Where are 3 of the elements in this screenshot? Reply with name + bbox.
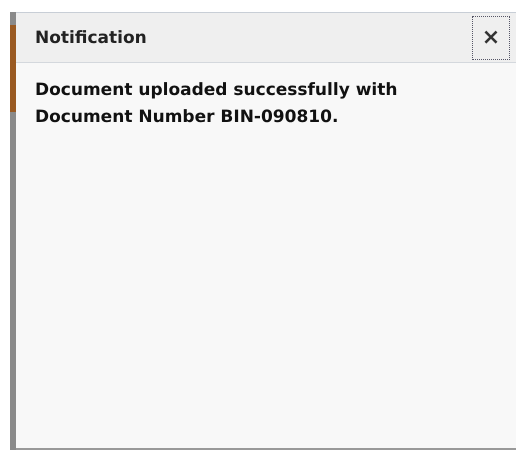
dialog-title: Notification — [35, 28, 147, 48]
notification-message: Document uploaded successfully with Document Number BIN-090810. — [35, 79, 398, 129]
close-button[interactable]: × — [472, 16, 510, 60]
